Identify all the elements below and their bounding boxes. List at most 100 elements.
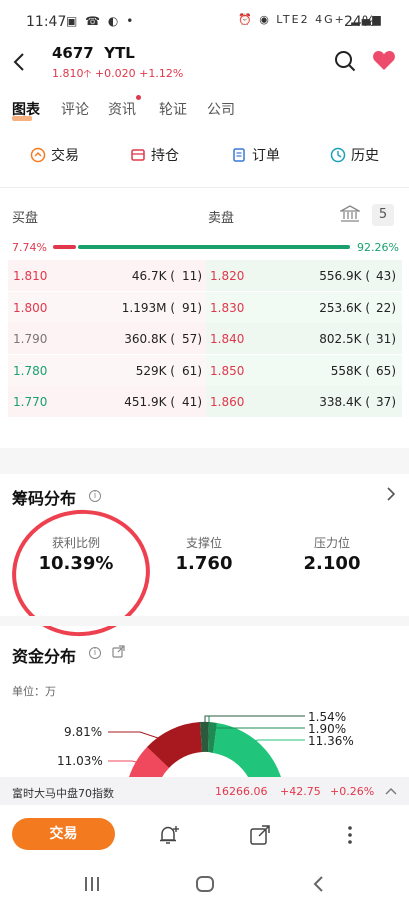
fund-distribution-title: 资金分布 (12, 647, 77, 666)
ask-order-count: 37) (376, 395, 396, 409)
share-icon[interactable] (249, 824, 271, 846)
order-action-label: 订单 (252, 148, 280, 164)
index-name: 富时大马中盘70指数 (12, 787, 114, 800)
position-icon (131, 149, 145, 161)
history-action[interactable]: 历史 (330, 145, 379, 165)
share-icon[interactable] (112, 645, 125, 658)
ask-volume: 556.9K ( (319, 269, 370, 283)
stock-price: 1.810 (52, 67, 84, 80)
bid-volume: 1.193M ( (121, 300, 175, 315)
fund-label-left-2: 11.03% (57, 754, 103, 768)
bid-volume: 451.9K ( (124, 395, 175, 409)
bid-price: 1.800 (13, 300, 48, 315)
ask-price: 1.850 (210, 363, 245, 378)
stock-name: YTL (104, 44, 135, 62)
ask-price: 1.820 (210, 269, 245, 283)
fund-label-left-1: 9.81% (64, 725, 103, 739)
trade-icon (30, 147, 46, 163)
bid-order-count: 61) (182, 363, 202, 378)
ask-price: 1.860 (210, 395, 245, 409)
bid-price: 1.810 (13, 269, 48, 283)
stock-change-pct: +1.12% (139, 67, 184, 80)
index-value: 16266.06 (215, 785, 268, 798)
ask-title: 卖盘 (208, 211, 235, 226)
back-nav-icon[interactable] (307, 872, 331, 896)
stock-change: +0.020 (94, 67, 136, 80)
bid-order-count: 91) (182, 300, 202, 315)
stock-code: 4677 (52, 44, 94, 62)
ask-ratio-bar (78, 245, 350, 249)
tab-comments[interactable]: 评论 (61, 99, 89, 119)
ask-order-count: 31) (376, 332, 396, 346)
notification-icons: ▣ ☎ ◐ • (66, 14, 136, 28)
status-time: 11:47 (26, 14, 67, 30)
resistance-level-label: 压力位 (313, 536, 350, 550)
ask-price: 1.840 (210, 332, 245, 346)
bid-title: 买盘 (12, 211, 39, 226)
donut-leader-lines (108, 715, 305, 765)
bid-volume: 360.8K ( (124, 332, 175, 346)
tab-news[interactable]: 资讯 (108, 99, 136, 119)
ask-order-count: 43) (376, 269, 396, 283)
resistance-level-value: 2.100 (303, 553, 361, 574)
index-change: +42.75 (280, 785, 321, 798)
order-action[interactable]: 订单 (231, 145, 280, 165)
bid-percentage: 7.74% (12, 241, 47, 254)
status-bar: 11:47 ▣ ☎ ◐ • ⏰ ◉ LTE2 4G+ ▂▄▆ 24% (0, 0, 409, 42)
tab-company[interactable]: 公司 (207, 99, 235, 119)
unit-label: 单位：万 (12, 685, 56, 698)
bid-volume: 529K ( (135, 363, 175, 378)
stock-title: 4677 YTL (52, 44, 135, 62)
bid-ratio-bar (53, 245, 76, 249)
trade-action[interactable]: 交易 (30, 145, 79, 165)
bid-volume: 46.7K ( (131, 269, 175, 283)
trade-button[interactable]: 交易 (12, 818, 115, 850)
ask-volume: 253.6K ( (319, 300, 370, 315)
chevron-up-icon[interactable] (385, 787, 397, 795)
recent-apps-icon[interactable] (80, 872, 104, 896)
ask-order-count: 22) (376, 300, 396, 315)
search-icon[interactable] (334, 50, 356, 72)
chip-distribution-title: 筹码分布 (12, 489, 77, 508)
ask-volume: 558K ( (330, 363, 370, 378)
ask-price: 1.830 (210, 300, 245, 315)
trade-action-label: 交易 (51, 148, 79, 164)
bid-order-count: 11) (182, 269, 202, 283)
support-level-label: 支撑位 (185, 536, 222, 550)
broker-queue-icon[interactable] (340, 205, 360, 223)
support-level-value: 1.760 (175, 553, 233, 574)
stock-quote: 1.810🡡 +0.020 +1.12% (52, 65, 183, 84)
ask-percentage: 92.26% (357, 241, 399, 254)
history-icon (330, 147, 346, 163)
chevron-right-icon[interactable] (385, 487, 397, 501)
bid-order-count: 41) (182, 395, 202, 409)
tab-chart[interactable]: 图表 (12, 99, 40, 119)
position-action-label: 持仓 (151, 148, 179, 164)
history-action-label: 历史 (351, 148, 379, 164)
order-icon (233, 148, 245, 162)
position-action[interactable]: 持仓 (130, 145, 179, 165)
ask-volume: 338.4K ( (319, 395, 370, 409)
ask-order-count: 65) (376, 363, 396, 378)
bid-order-count: 57) (182, 332, 202, 346)
depth-levels-toggle[interactable]: 5 (372, 204, 394, 226)
bid-price: 1.790 (13, 332, 48, 346)
battery-level: 24% (344, 14, 376, 30)
back-arrow-icon[interactable] (10, 52, 30, 72)
divider (0, 187, 409, 188)
news-unread-dot (136, 95, 141, 100)
ask-volume: 802.5K ( (319, 332, 370, 346)
bid-price: 1.780 (13, 363, 48, 378)
up-arrow-icon: 🡡 (83, 67, 92, 80)
more-vertical-icon[interactable] (345, 824, 355, 846)
section-gap-2 (0, 616, 409, 626)
tab-warrants[interactable]: 轮证 (159, 99, 187, 119)
favorite-heart-icon[interactable] (372, 49, 396, 71)
price-alert-bell-icon[interactable] (158, 824, 180, 846)
info-icon[interactable]: i (89, 490, 101, 502)
section-gap (0, 448, 409, 474)
home-icon[interactable] (193, 872, 217, 896)
index-change-pct: +0.26% (330, 785, 375, 798)
fund-label-right-3: 11.36% (308, 734, 354, 748)
info-icon[interactable]: i (89, 647, 101, 659)
